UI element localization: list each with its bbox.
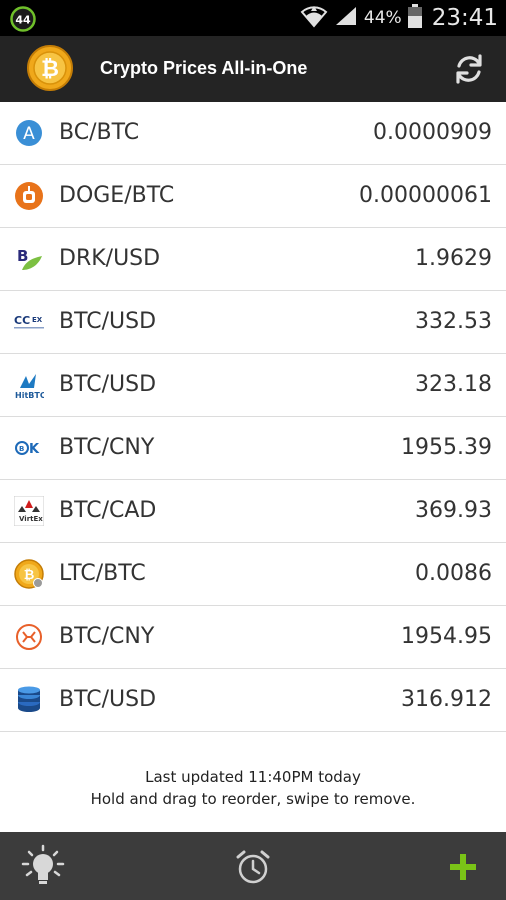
refresh-button[interactable] (450, 50, 488, 88)
notification-badge-icon: 44 (10, 6, 36, 36)
pair-label: BTC/USD (59, 687, 157, 712)
hitbtc-icon: HitBTC (14, 370, 44, 400)
svg-text:CC: CC (14, 314, 30, 327)
price-row[interactable]: DOGE/BTC 0.00000061 (0, 165, 506, 228)
lightbulb-icon (21, 844, 65, 884)
svg-text:VirtEx: VirtEx (19, 515, 43, 523)
pair-label: BTC/USD (59, 372, 157, 397)
price-row[interactable]: HitBTC BTC/USD 323.18 (0, 354, 506, 417)
price-row[interactable]: CC EX BTC/USD 332.53 (0, 291, 506, 354)
wifi-icon (300, 4, 328, 32)
svg-text:K: K (29, 442, 40, 457)
alarm-clock-icon (236, 850, 270, 884)
refresh-icon (456, 54, 482, 84)
pair-label: BTC/CNY (59, 624, 155, 649)
hint-label: Hold and drag to reorder, swipe to remov… (90, 790, 416, 808)
price-value: 0.00000061 (359, 183, 492, 208)
svg-text:A: A (23, 124, 35, 144)
add-button[interactable] (440, 844, 486, 890)
price-row[interactable]: BTC/CNY 1954.95 (0, 606, 506, 669)
bottom-bar (0, 832, 506, 900)
svg-text:B: B (19, 445, 24, 453)
pair-label: DRK/USD (59, 246, 161, 271)
app-title: Crypto Prices All-in-One (100, 58, 308, 78)
price-list: A BC/BTC 0.0000909 DOGE/BTC 0.00000061 B… (0, 102, 506, 732)
okcoin-icon: B K (14, 433, 44, 463)
footer-text: Last updated 11:40PM today Hold and drag… (0, 766, 506, 810)
status-bar: 44 44% 23:41 (0, 0, 506, 36)
svg-text:EX: EX (32, 316, 43, 324)
last-updated-label: Last updated 11:40PM today (145, 768, 361, 786)
litecoin-icon: ₿ (14, 559, 44, 589)
exchange-b-leaf-icon: B (14, 244, 44, 274)
price-value: 0.0000909 (373, 120, 492, 145)
bitcoin-logo-icon[interactable]: ₿ (26, 44, 74, 92)
battery-icon (407, 4, 422, 32)
battery-percent: 44% (363, 8, 402, 28)
pair-label: BTC/USD (59, 309, 157, 334)
price-row[interactable]: BTC/USD 316.912 (0, 669, 506, 732)
action-bar: ₿ Crypto Prices All-in-One (0, 36, 506, 102)
price-row[interactable]: A BC/BTC 0.0000909 (0, 102, 506, 165)
price-row[interactable]: VirtEx BTC/CAD 369.93 (0, 480, 506, 543)
svg-text:₿: ₿ (41, 57, 59, 82)
svg-text:HitBTC: HitBTC (15, 391, 44, 400)
pair-label: DOGE/BTC (59, 183, 175, 208)
tip-button[interactable] (20, 844, 66, 890)
pair-label: BTC/CAD (59, 498, 157, 523)
price-value: 0.0086 (415, 561, 492, 586)
price-row[interactable]: ₿ LTC/BTC 0.0086 (0, 543, 506, 606)
price-value: 1.9629 (415, 246, 492, 271)
pair-label: BTC/CNY (59, 435, 155, 460)
virtex-icon: VirtEx (14, 496, 44, 526)
coin-stack-icon (14, 685, 44, 715)
alarm-button[interactable] (230, 844, 276, 890)
exchange-orange-a-icon (14, 181, 44, 211)
svg-text:₿: ₿ (24, 568, 35, 583)
price-value: 369.93 (415, 498, 492, 523)
price-row[interactable]: B DRK/USD 1.9629 (0, 228, 506, 291)
pair-label: LTC/BTC (59, 561, 146, 586)
svg-text:B: B (17, 247, 28, 265)
status-time: 23:41 (431, 5, 498, 31)
huobi-icon (14, 622, 44, 652)
exchange-a-icon: A (14, 118, 44, 148)
pair-label: BC/BTC (59, 120, 140, 145)
price-value: 332.53 (415, 309, 492, 334)
price-value: 1955.39 (401, 435, 492, 460)
price-value: 1954.95 (401, 624, 492, 649)
plus-icon (450, 854, 476, 880)
price-row[interactable]: B K BTC/CNY 1955.39 (0, 417, 506, 480)
price-value: 323.18 (415, 372, 492, 397)
ccex-icon: CC EX (14, 307, 44, 337)
signal-icon (334, 5, 358, 31)
price-value: 316.912 (401, 687, 492, 712)
notification-count: 44 (15, 14, 31, 27)
